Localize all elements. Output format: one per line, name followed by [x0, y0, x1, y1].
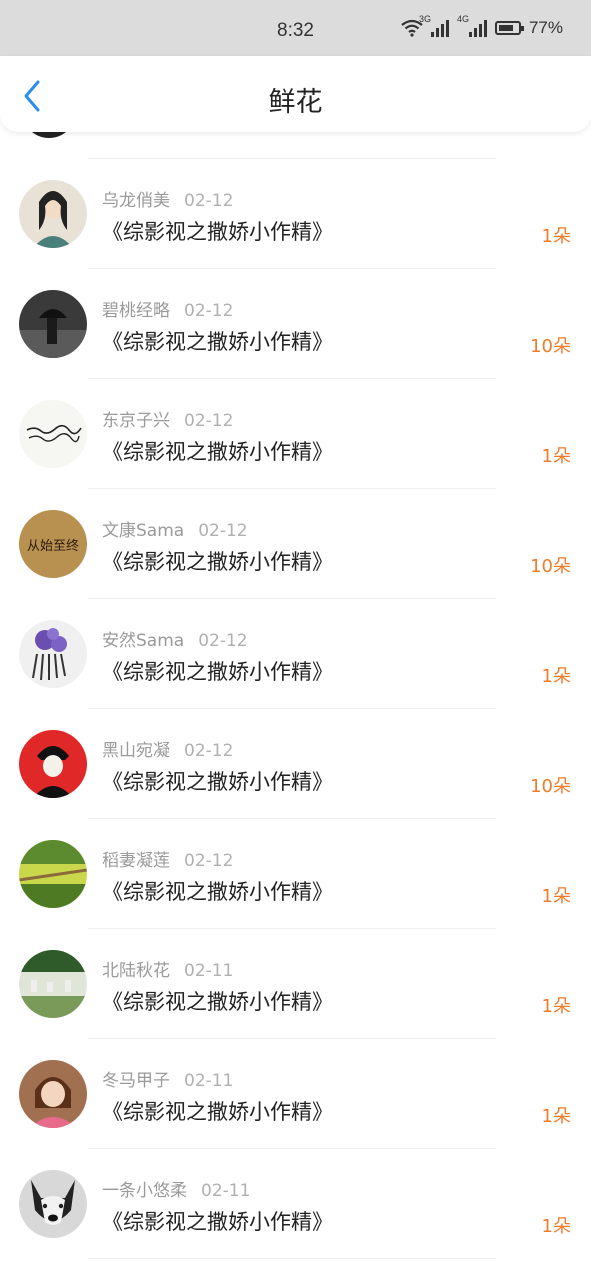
list-item[interactable]: 碧桃经略 02-12 《综影视之撒娇小作精》 10朵 [0, 270, 591, 380]
book-title: 《综影视之撒娇小作精》 [102, 220, 333, 244]
flower-count: 10朵 [530, 776, 571, 797]
flower-count: 1朵 [541, 1216, 571, 1237]
book-title: 《综影视之撒娇小作精》 [102, 1100, 333, 1124]
send-date: 02-11 [184, 1071, 234, 1091]
send-date: 02-12 [184, 741, 234, 761]
list-item[interactable]: 从始至终 文康Sama 02-12 《综影视之撒娇小作精》 10朵 [0, 490, 591, 600]
divider [88, 1148, 496, 1149]
user-name: 安然Sama [102, 631, 185, 651]
signal-3g-icon: 3G [419, 14, 449, 37]
book-title: 《综影视之撒娇小作精》 [102, 330, 333, 354]
user-line: 安然Sama 02-12 [102, 626, 248, 651]
user-name: 黑山宛凝 [102, 741, 170, 761]
divider [88, 1258, 496, 1259]
flower-count: 1朵 [541, 1106, 571, 1127]
divider [88, 598, 496, 599]
user-line: 稻妻凝莲 02-12 [102, 846, 233, 871]
divider [88, 378, 496, 379]
user-line: 东京子兴 02-12 [102, 406, 233, 431]
user-name: 乌龙俏美 [102, 191, 170, 211]
user-line: 一条小悠柔 02-11 [102, 1176, 250, 1201]
send-date: 02-12 [198, 631, 248, 651]
list-item[interactable]: 乌龙俏美 02-12 《综影视之撒娇小作精》 1朵 [0, 160, 591, 270]
signal-4g-icon: 4G [457, 14, 487, 37]
divider [88, 488, 496, 489]
send-date: 02-12 [184, 411, 234, 431]
send-date: 02-11 [201, 1181, 251, 1201]
avatar [19, 620, 87, 688]
avatar [19, 290, 87, 358]
battery-percent: 77% [528, 18, 563, 37]
user-name: 冬马甲子 [102, 1071, 170, 1091]
avatar [19, 1060, 87, 1128]
flower-count: 10朵 [530, 556, 571, 577]
battery-icon [494, 21, 524, 35]
list-item[interactable]: 北陆秋花 02-11 《综影视之撒娇小作精》 1朵 [0, 930, 591, 1040]
page-title: 鲜花 [268, 87, 323, 118]
divider [88, 158, 496, 159]
user-name: 东京子兴 [102, 411, 170, 431]
divider [88, 268, 496, 269]
book-title: 《综影视之撒娇小作精》 [102, 1210, 333, 1234]
flower-count: 1朵 [541, 666, 571, 687]
user-name: 碧桃经略 [102, 301, 170, 321]
divider [88, 708, 496, 709]
user-line: 碧桃经略 02-12 [102, 296, 233, 321]
status-icons: 3G 4G 77% [401, 14, 563, 38]
user-line: 文康Sama 02-12 [102, 516, 248, 541]
list-item[interactable]: 一条小悠柔 02-11 《综影视之撒娇小作精》 1朵 [0, 1150, 591, 1260]
flower-count: 1朵 [541, 996, 571, 1017]
book-title: 《综影视之撒娇小作精》 [102, 440, 333, 464]
avatar-text: 从始至终 [27, 538, 79, 554]
list-item[interactable]: 黑山宛凝 02-12 《综影视之撒娇小作精》 10朵 [0, 710, 591, 820]
divider [88, 928, 496, 929]
divider [88, 818, 496, 819]
status-bar: 8:32 3G 4G 77% [0, 0, 591, 56]
flower-count: 1朵 [541, 886, 571, 907]
list-item[interactable]: 东京子兴 02-12 《综影视之撒娇小作精》 1朵 [0, 380, 591, 490]
network-3g-label: 3G [418, 14, 431, 24]
divider [88, 1038, 496, 1039]
book-title: 《综影视之撒娇小作精》 [102, 880, 333, 904]
avatar [19, 1170, 87, 1238]
book-title: 《综影视之撒娇小作精》 [102, 550, 333, 574]
app-header: 鲜花 [0, 56, 591, 132]
avatar [19, 950, 87, 1018]
send-date: 02-12 [198, 521, 248, 541]
flower-count: 10朵 [530, 336, 571, 357]
list-item[interactable]: 稻妻凝莲 02-12 《综影视之撒娇小作精》 1朵 [0, 820, 591, 930]
flower-count: 1朵 [541, 226, 571, 247]
avatar [19, 730, 87, 798]
user-line: 北陆秋花 02-11 [102, 956, 233, 981]
list-item[interactable]: 安然Sama 02-12 《综影视之撒娇小作精》 1朵 [0, 600, 591, 710]
avatar: 从始至终 [19, 510, 87, 578]
network-4g-label: 4G [456, 14, 469, 24]
book-title: 《综影视之撒娇小作精》 [102, 990, 333, 1014]
avatar [19, 180, 87, 248]
user-name: 北陆秋花 [102, 961, 170, 981]
user-name: 一条小悠柔 [102, 1181, 187, 1201]
user-line: 乌龙俏美 02-12 [102, 186, 233, 211]
send-date: 02-12 [184, 191, 234, 211]
send-date: 02-12 [184, 301, 234, 321]
send-date: 02-11 [184, 961, 234, 981]
user-line: 冬马甲子 02-11 [102, 1066, 233, 1091]
user-name: 稻妻凝莲 [102, 851, 170, 871]
avatar [19, 840, 87, 908]
send-date: 02-12 [184, 851, 234, 871]
user-line: 黑山宛凝 02-12 [102, 736, 233, 761]
user-name: 文康Sama [102, 521, 185, 541]
book-title: 《综影视之撒娇小作精》 [102, 660, 333, 684]
list-item[interactable]: 冬马甲子 02-11 《综影视之撒娇小作精》 1朵 [0, 1040, 591, 1150]
avatar [19, 400, 87, 468]
flower-count: 1朵 [541, 446, 571, 467]
book-title: 《综影视之撒娇小作精》 [102, 770, 333, 794]
